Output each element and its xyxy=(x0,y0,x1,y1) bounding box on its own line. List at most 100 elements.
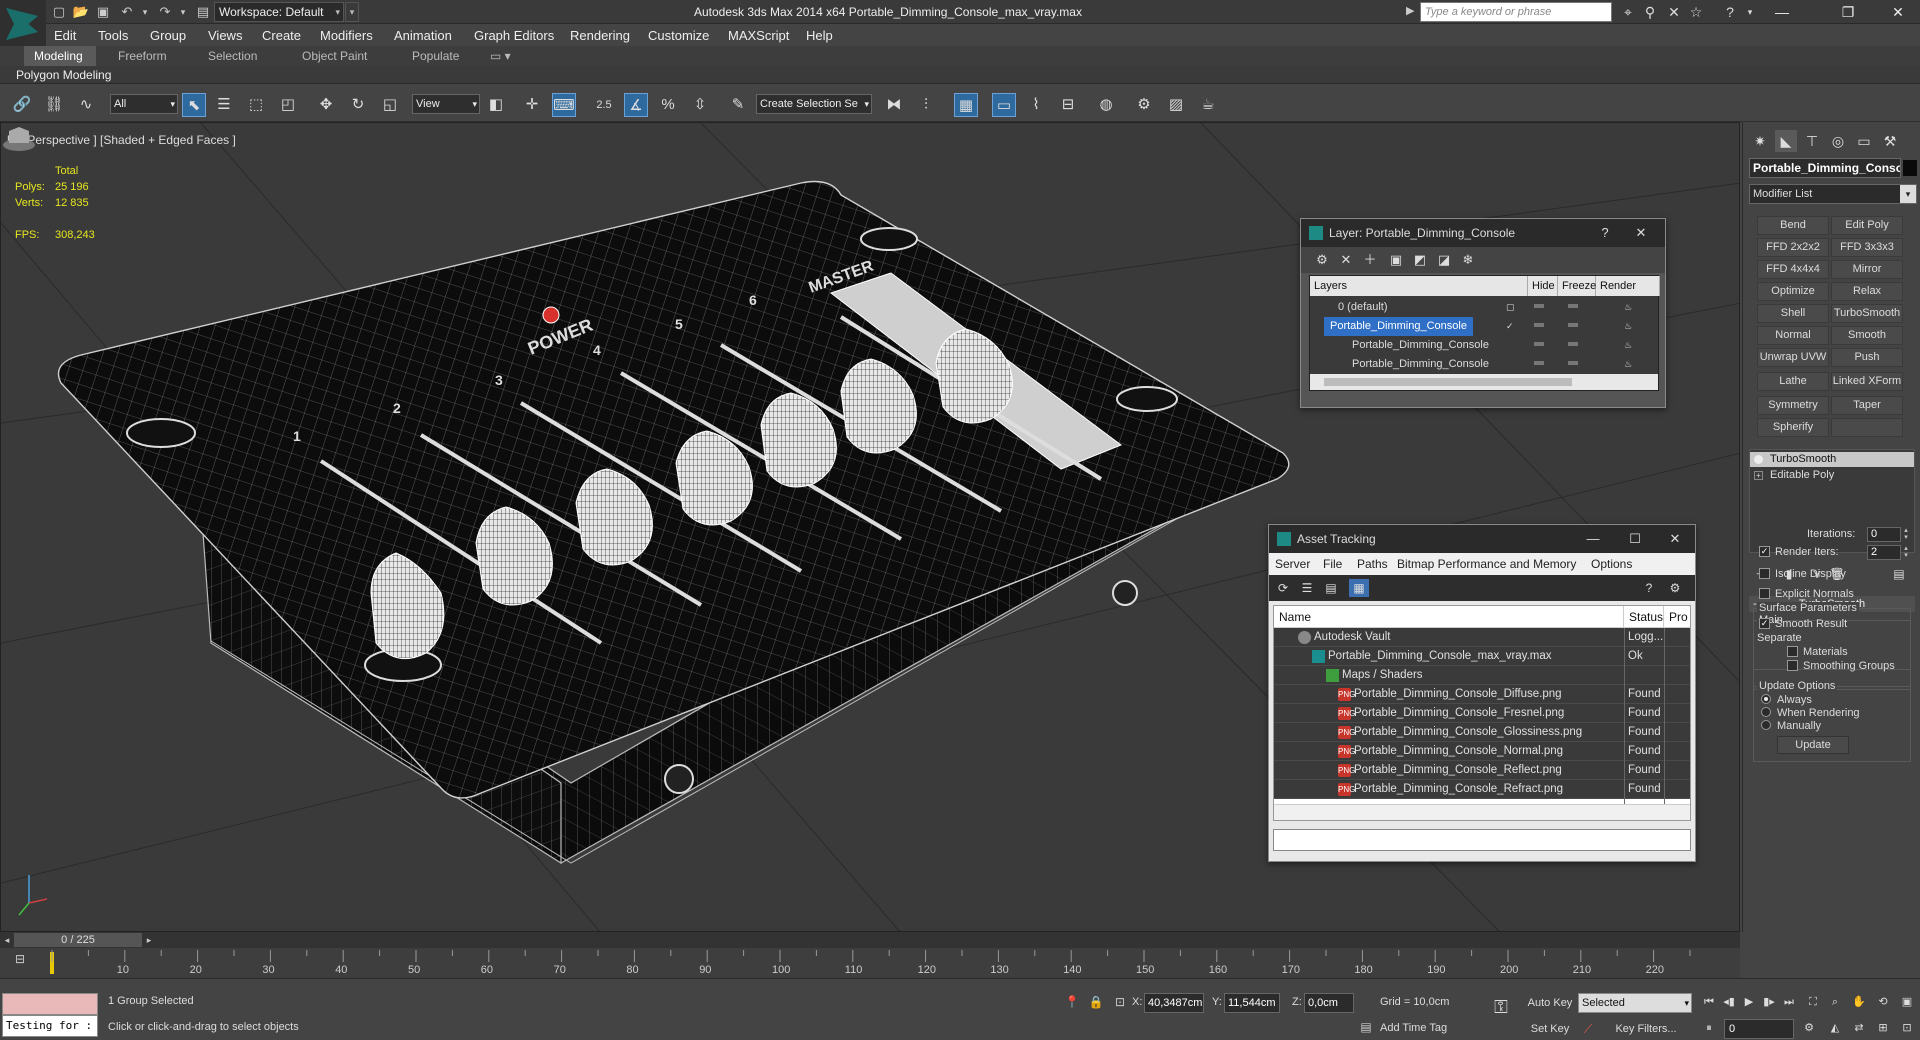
hide-toggle[interactable] xyxy=(1534,361,1544,365)
tab-object-paint[interactable]: Object Paint xyxy=(292,46,377,66)
render-teapot-icon[interactable]: ♨ xyxy=(1624,340,1634,350)
keyboard-shortcut-override-icon[interactable]: ⌨ xyxy=(552,93,576,117)
maximize-icon[interactable]: ☐ xyxy=(1625,530,1645,548)
undo-icon[interactable]: ↶ xyxy=(118,3,136,21)
layer-row[interactable]: Portable_Dimming_Console ♨ xyxy=(1310,355,1658,374)
configure-sets-icon[interactable]: ▤ xyxy=(1889,564,1909,584)
hide-toggle[interactable] xyxy=(1534,323,1544,327)
time-configuration-icon[interactable]: ⚙ xyxy=(1800,1019,1818,1037)
explicit-normals-checkbox[interactable] xyxy=(1759,588,1770,599)
asset-row[interactable]: PNG Portable_Dimming_Console_Fresnel.png… xyxy=(1274,704,1690,723)
redo-icon[interactable]: ↷ xyxy=(156,3,174,21)
stack-item-turbosmooth[interactable]: TurboSmooth xyxy=(1750,452,1914,467)
favorites-star-icon[interactable]: ☆ xyxy=(1686,3,1706,21)
modifier-button[interactable]: FFD 4x4x4 xyxy=(1757,260,1829,279)
always-radio[interactable] xyxy=(1761,694,1771,704)
layer-col-render[interactable]: Render xyxy=(1596,276,1660,296)
layer-col-layers[interactable]: Layers xyxy=(1310,276,1528,296)
object-color-swatch[interactable] xyxy=(1903,160,1917,176)
asset-horizontal-scrollbar[interactable] xyxy=(1274,804,1690,820)
named-selection-dropdown[interactable]: Create Selection Se ▾ xyxy=(756,94,872,114)
minimize-icon[interactable]: — xyxy=(1583,530,1603,548)
absolute-mode-icon[interactable]: ⊡ xyxy=(1112,994,1128,1010)
project-folder-icon[interactable]: ▤ xyxy=(194,3,212,21)
x-coordinate-field[interactable]: 40,3487cm xyxy=(1144,993,1204,1013)
asset-col-proxy[interactable]: Pro xyxy=(1664,606,1690,628)
viewport-config-icon[interactable]: ⊡ xyxy=(1898,1019,1916,1037)
refresh-icon[interactable]: ⟳ xyxy=(1273,579,1293,597)
modify-tab-icon[interactable]: ◣ xyxy=(1775,130,1797,152)
asset-row[interactable]: PNG Portable_Dimming_Console_Normal.png … xyxy=(1274,742,1690,761)
modifier-button[interactable]: Push xyxy=(1831,348,1903,367)
layer-col-hide[interactable]: Hide xyxy=(1528,276,1558,296)
help-icon[interactable]: ? xyxy=(1720,3,1740,21)
communication-icon[interactable]: ✕ xyxy=(1664,3,1684,21)
selection-lock-icon[interactable]: 🔒 xyxy=(1088,994,1104,1010)
menu-customize[interactable]: Customize xyxy=(648,28,709,43)
asset-col-name[interactable]: Name xyxy=(1274,606,1624,628)
close-icon[interactable]: ✕ xyxy=(1665,530,1685,548)
menu-tools[interactable]: Tools xyxy=(98,28,128,43)
modifier-button[interactable]: Spherify xyxy=(1757,418,1829,437)
hide-toggle[interactable] xyxy=(1534,342,1544,346)
tab-freeform[interactable]: Freeform xyxy=(108,46,177,66)
modifier-button[interactable]: Shell xyxy=(1757,304,1829,323)
selection-filter-dropdown[interactable]: All ▾ xyxy=(110,94,178,114)
scrollbar-thumb[interactable] xyxy=(1324,378,1572,386)
display-tab-icon[interactable]: ▭ xyxy=(1853,130,1875,152)
pan-icon[interactable]: ✋ xyxy=(1850,993,1868,1011)
ribbon-toggle-icon[interactable]: ▭ ▾ xyxy=(480,46,521,66)
layer-row[interactable]: Portable_Dimming_Console ✓ ♨ xyxy=(1310,317,1658,336)
freeze-toggle[interactable] xyxy=(1568,323,1578,327)
modifier-button[interactable]: Normal xyxy=(1757,326,1829,345)
help-icon[interactable]: ? xyxy=(1595,224,1615,242)
menu-modifiers[interactable]: Modifiers xyxy=(320,28,373,43)
render-setup-icon[interactable]: ⚙ xyxy=(1132,93,1156,117)
menu-create[interactable]: Create xyxy=(262,28,301,43)
time-slider-prev-icon[interactable]: ◂ xyxy=(0,933,14,947)
vault-help-icon[interactable]: ? xyxy=(1639,579,1659,597)
vault-settings-icon[interactable]: ⚙ xyxy=(1665,579,1685,597)
modifier-button[interactable]: Linked XForm xyxy=(1831,372,1903,391)
asset-row[interactable]: Maps / Shaders xyxy=(1274,666,1690,685)
asset-row[interactable]: PNG Portable_Dimming_Console_Refract.png… xyxy=(1274,780,1690,799)
minimize-button[interactable]: — xyxy=(1760,0,1804,24)
layer-horizontal-scrollbar[interactable] xyxy=(1310,374,1658,390)
spinner-snap-icon[interactable]: ⇳ xyxy=(688,93,712,117)
hide-toggle[interactable] xyxy=(1534,304,1544,308)
modifier-button[interactable]: Edit Poly xyxy=(1831,216,1903,235)
modifier-button[interactable]: Relax xyxy=(1831,282,1903,301)
layer-settings-icon[interactable]: ⚙ xyxy=(1313,251,1331,269)
redo-dropdown-icon[interactable]: ▾ xyxy=(174,3,192,21)
modifier-button[interactable]: Optimize xyxy=(1757,282,1829,301)
manually-radio[interactable] xyxy=(1761,720,1771,730)
search-expand-icon[interactable]: ▶ xyxy=(1406,4,1414,17)
hide-all-icon[interactable]: ◪ xyxy=(1435,251,1453,269)
modifier-button-empty[interactable] xyxy=(1831,418,1903,437)
time-tag-icon[interactable]: ▤ xyxy=(1358,1019,1374,1035)
render-teapot-icon[interactable]: ♨ xyxy=(1624,302,1634,312)
layer-row[interactable]: 0 (default) ▢ ♨ xyxy=(1310,298,1658,317)
maximize-viewport-icon[interactable]: ▣ xyxy=(1898,993,1916,1011)
asset-col-status[interactable]: Status xyxy=(1624,606,1664,628)
z-coordinate-field[interactable]: 0,0cm xyxy=(1304,993,1354,1013)
motion-tab-icon[interactable]: ◎ xyxy=(1827,130,1849,152)
asset-menu-options[interactable]: Options xyxy=(1591,557,1632,571)
save-file-icon[interactable]: ▣ xyxy=(94,3,112,21)
menu-animation[interactable]: Animation xyxy=(394,28,452,43)
rectangular-region-icon[interactable]: ⬚ xyxy=(244,93,268,117)
render-teapot-icon[interactable]: ♨ xyxy=(1624,321,1634,331)
menu-help[interactable]: Help xyxy=(806,28,833,43)
highlight-layer-icon[interactable]: ◩ xyxy=(1411,251,1429,269)
modifier-button[interactable]: Smooth xyxy=(1831,326,1903,345)
when-rendering-radio[interactable] xyxy=(1761,707,1771,717)
manipulate-icon[interactable]: ✛ xyxy=(520,93,544,117)
asset-row[interactable]: PNG Portable_Dimming_Console_Reflect.png… xyxy=(1274,761,1690,780)
undo-dropdown-icon[interactable]: ▾ xyxy=(136,3,154,21)
modifier-button[interactable]: Bend xyxy=(1757,216,1829,235)
render-iters-spinner[interactable]: 2 xyxy=(1867,545,1901,560)
tab-populate[interactable]: Populate xyxy=(402,46,469,66)
walk-through-icon[interactable]: ⇄ xyxy=(1850,1019,1868,1037)
add-time-tag[interactable]: Add Time Tag xyxy=(1380,1022,1447,1034)
graphite-toggle-icon[interactable]: ▭ xyxy=(992,93,1016,117)
